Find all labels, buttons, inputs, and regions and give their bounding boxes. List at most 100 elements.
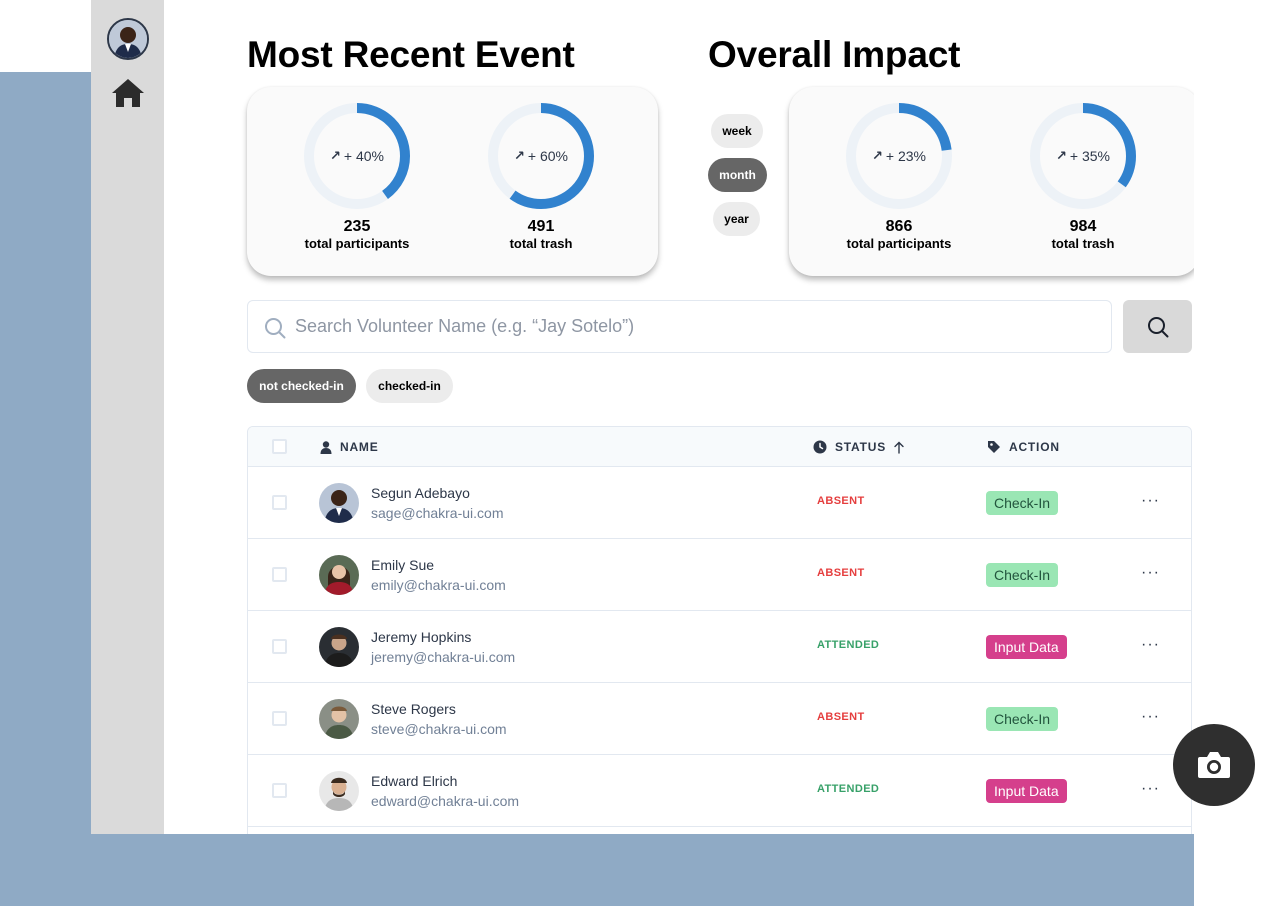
table-row[interactable]: Emily Sue emily@chakra-ui.com ABSENT Che… (248, 539, 1191, 611)
volunteer-email: sage@chakra-ui.com (371, 505, 504, 521)
participants-stat: 866 total participants (819, 218, 979, 252)
status-column-header[interactable]: STATUS (813, 427, 904, 467)
volunteer-name: Emily Sue (371, 557, 435, 573)
volunteer-email: steve@chakra-ui.com (371, 721, 507, 737)
stat-label: total trash (509, 236, 573, 251)
recent-event-title: Most Recent Event (247, 34, 575, 75)
participants-stat: 235 total participants (277, 218, 437, 252)
more-options-icon[interactable]: ··· (1141, 781, 1160, 797)
period-week-button[interactable]: week (711, 114, 763, 148)
table-row[interactable]: Segun Adebayo sage@chakra-ui.com ABSENT … (248, 467, 1191, 539)
row-checkbox[interactable] (272, 495, 287, 510)
trash-stat: 491 total trash (461, 218, 621, 252)
trash-ring: ↗ + 35% (1027, 100, 1139, 212)
recent-event-card: ↗ + 40% 235 total participants ↗ + 60% 491… (247, 87, 658, 276)
volunteer-email: jeremy@chakra-ui.com (371, 649, 516, 665)
name-column-header[interactable]: NAME (320, 427, 379, 467)
row-checkbox[interactable] (272, 711, 287, 726)
arrow-up-right-icon: ↗ (872, 148, 883, 163)
search-input[interactable] (295, 301, 1095, 352)
check-in-button[interactable]: Check-In (986, 491, 1059, 515)
status-badge: ABSENT (817, 711, 865, 723)
stat-value: 491 (527, 218, 555, 235)
ring-percent: + 35% (1069, 148, 1110, 164)
header-label: STATUS (835, 440, 887, 454)
stat-label: total participants (304, 236, 410, 251)
volunteer-email: emily@chakra-ui.com (371, 577, 506, 593)
row-checkbox[interactable] (272, 639, 287, 654)
tag-icon (988, 441, 1000, 453)
more-options-icon[interactable]: ··· (1141, 565, 1160, 581)
check-in-button[interactable]: Check-In (986, 707, 1059, 731)
ring-percent: + 60% (527, 148, 568, 164)
volunteer-name: Edward Elrich (371, 773, 458, 789)
trash-ring: ↗ + 60% (485, 100, 597, 212)
stat-value: 866 (885, 218, 913, 235)
volunteer-table: NAME STATUS ACTION Segun Adebayo sage@ch… (247, 426, 1192, 834)
arrow-up-right-icon: ↗ (514, 148, 525, 163)
volunteer-avatar (319, 699, 359, 739)
table-row[interactable]: Steve Rogers steve@chakra-ui.com ABSENT … (248, 683, 1191, 755)
more-options-icon[interactable]: ··· (1141, 637, 1160, 653)
search-icon (265, 318, 286, 339)
row-checkbox[interactable] (272, 783, 287, 798)
camera-icon (1198, 752, 1230, 778)
header-label: ACTION (1009, 440, 1060, 454)
input-data-button[interactable]: Input Data (986, 779, 1067, 803)
select-all-checkbox[interactable] (272, 439, 287, 454)
participants-ring: ↗ + 40% (301, 100, 413, 212)
clock-icon (813, 440, 827, 454)
search-icon (1147, 316, 1168, 337)
stat-label: total trash (1051, 236, 1115, 251)
overall-impact-card: ↗ + 23% 866 total participants ↗ + 35% 984… (789, 87, 1194, 276)
period-month-button[interactable]: month (708, 158, 767, 192)
status-badge: ATTENDED (817, 783, 880, 795)
action-column-header: ACTION (987, 427, 1060, 467)
volunteer-name: Steve Rogers (371, 701, 456, 717)
table-row[interactable]: Edward Elrich edward@chakra-ui.com ATTEN… (248, 755, 1191, 827)
status-badge: ABSENT (817, 567, 865, 579)
header-label: NAME (340, 440, 379, 454)
volunteer-avatar (319, 627, 359, 667)
volunteer-avatar (319, 771, 359, 811)
sort-arrow-up-icon[interactable] (894, 441, 904, 454)
filter-not-checked-in[interactable]: not checked-in (247, 369, 356, 403)
search-button[interactable] (1123, 300, 1192, 353)
camera-button[interactable] (1173, 724, 1255, 806)
background-panel-bottom (91, 834, 1194, 906)
avatar-image (109, 20, 147, 58)
overall-impact-title: Overall Impact (708, 34, 961, 75)
arrow-up-right-icon: ↗ (330, 148, 341, 163)
user-avatar[interactable] (107, 18, 149, 60)
volunteer-name: Segun Adebayo (371, 485, 470, 501)
arrow-up-right-icon: ↗ (1056, 148, 1067, 163)
status-badge: ABSENT (817, 495, 865, 507)
period-year-button[interactable]: year (713, 202, 760, 236)
status-badge: ATTENDED (817, 639, 880, 651)
volunteer-avatar (319, 483, 359, 523)
row-checkbox[interactable] (272, 567, 287, 582)
stat-label: total participants (846, 236, 952, 251)
background-panel-left (0, 72, 91, 906)
filter-checked-in[interactable]: checked-in (366, 369, 453, 403)
table-header: NAME STATUS ACTION (248, 427, 1191, 467)
stat-value: 984 (1069, 218, 1097, 235)
volunteer-name: Jeremy Hopkins (371, 629, 472, 645)
search-field[interactable] (247, 300, 1112, 353)
more-options-icon[interactable]: ··· (1141, 709, 1160, 725)
home-icon[interactable] (110, 77, 146, 109)
check-in-button[interactable]: Check-In (986, 563, 1059, 587)
stat-value: 235 (343, 218, 371, 235)
user-icon (320, 440, 332, 454)
volunteer-email: edward@chakra-ui.com (371, 793, 520, 809)
sidebar (91, 0, 164, 834)
participants-ring: ↗ + 23% (843, 100, 955, 212)
trash-stat: 984 total trash (1003, 218, 1163, 252)
main-content: Most Recent Event Overall Impact ↗ + 40% … (164, 0, 1194, 834)
more-options-icon[interactable]: ··· (1141, 493, 1160, 509)
input-data-button[interactable]: Input Data (986, 635, 1067, 659)
table-row[interactable]: Jeremy Hopkins jeremy@chakra-ui.com ATTE… (248, 611, 1191, 683)
ring-percent: + 23% (885, 148, 926, 164)
volunteer-avatar (319, 555, 359, 595)
ring-percent: + 40% (343, 148, 384, 164)
